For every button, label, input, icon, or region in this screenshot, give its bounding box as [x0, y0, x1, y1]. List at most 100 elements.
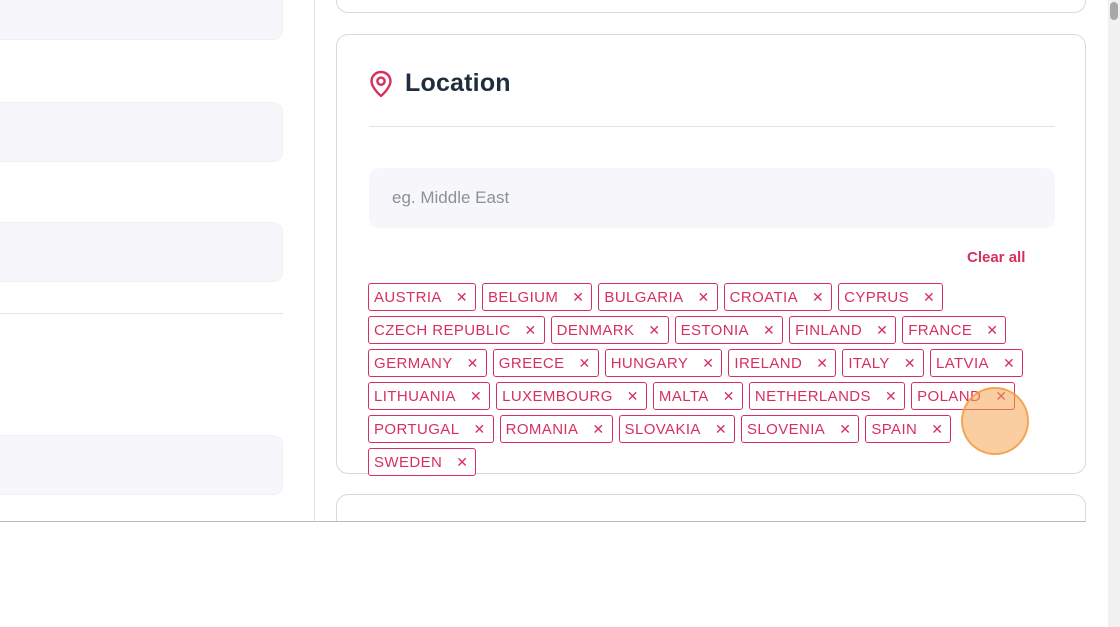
- location-tag-label: HUNGARY: [610, 354, 689, 372]
- remove-tag-close-icon[interactable]: ✕: [876, 323, 888, 337]
- page-scrollbar[interactable]: [1108, 0, 1120, 627]
- location-tag: SLOVENIA ✕: [740, 415, 860, 443]
- location-tag: BULGARIA ✕: [598, 283, 718, 311]
- location-tag: BELGIUM ✕: [481, 283, 593, 311]
- location-tag-label: SLOVAKIA: [624, 420, 701, 438]
- remove-tag-close-icon[interactable]: ✕: [467, 356, 479, 370]
- location-tag-label: LITHUANIA: [374, 387, 456, 405]
- remove-tag-close-icon[interactable]: ✕: [592, 422, 604, 436]
- location-tag: LUXEMBOURG ✕: [496, 382, 647, 410]
- location-tag-label: SPAIN: [871, 420, 918, 438]
- selected-locations: AUSTRIA ✕ BELGIUM ✕ BULGARIA ✕ CROATIA ✕ CYPRUS ✕…: [368, 283, 1058, 476]
- location-tag: DENMARK ✕: [550, 316, 669, 344]
- remove-tag-close-icon[interactable]: ✕: [702, 356, 714, 370]
- left-form-field[interactable]: [0, 222, 283, 282]
- location-tag-label: ESTONIA: [680, 321, 749, 339]
- remove-tag-close-icon[interactable]: ✕: [904, 356, 916, 370]
- remove-tag-close-icon[interactable]: ✕: [885, 389, 897, 403]
- location-tag: ROMANIA ✕: [499, 415, 613, 443]
- viewport-bottom-border: [0, 521, 1086, 522]
- location-tag-label: LUXEMBOURG: [502, 387, 613, 405]
- location-tag: LITHUANIA ✕: [368, 382, 491, 410]
- header-divider: [369, 126, 1055, 127]
- remove-tag-close-icon[interactable]: ✕: [812, 290, 824, 304]
- location-tag: HUNGARY ✕: [604, 349, 723, 377]
- previous-card: [336, 0, 1086, 13]
- remove-tag-close-icon[interactable]: ✕: [1003, 356, 1015, 370]
- location-tag-label: LATVIA: [935, 354, 989, 372]
- location-card: Location Clear all AUSTRIA ✕ BELGIUM ✕ BULGA…: [336, 34, 1086, 476]
- location-tag-label: CYPRUS: [844, 288, 910, 306]
- clear-all-button[interactable]: Clear all: [967, 249, 1025, 266]
- location-title: Location: [405, 69, 511, 97]
- remove-tag-close-icon[interactable]: ✕: [995, 389, 1007, 403]
- location-tag: NETHERLANDS ✕: [748, 382, 906, 410]
- remove-tag-close-icon[interactable]: ✕: [931, 422, 943, 436]
- location-tag-label: GERMANY: [374, 354, 453, 372]
- location-tag: GREECE ✕: [492, 349, 599, 377]
- location-tag-label: PORTUGAL: [374, 420, 460, 438]
- location-tag: MALTA ✕: [652, 382, 743, 410]
- location-tag-label: NETHERLANDS: [754, 387, 871, 405]
- location-tag-label: FINLAND: [795, 321, 863, 339]
- location-tag-label: BELGIUM: [487, 288, 559, 306]
- location-tag: PORTUGAL ✕: [368, 415, 494, 443]
- remove-tag-close-icon[interactable]: ✕: [839, 422, 851, 436]
- location-tag-label: ITALY: [848, 354, 890, 372]
- remove-tag-close-icon[interactable]: ✕: [697, 290, 709, 304]
- location-search-input[interactable]: [369, 168, 1055, 228]
- location-tag-label: GREECE: [498, 354, 565, 372]
- remove-tag-close-icon[interactable]: ✕: [986, 323, 998, 337]
- location-tag: POLAND ✕: [911, 382, 1016, 410]
- location-tag-label: DENMARK: [556, 321, 635, 339]
- location-tag-label: CROATIA: [729, 288, 798, 306]
- location-tag: CROATIA ✕: [723, 283, 833, 311]
- column-divider: [314, 0, 315, 522]
- left-form-field[interactable]: [0, 102, 283, 162]
- location-tag-label: CZECH REPUBLIC: [374, 321, 511, 339]
- location-tag-label: ROMANIA: [505, 420, 579, 438]
- remove-tag-close-icon[interactable]: ✕: [473, 422, 485, 436]
- location-tag: AUSTRIA ✕: [368, 283, 476, 311]
- remove-tag-close-icon[interactable]: ✕: [723, 389, 735, 403]
- page-viewport: Location Clear all AUSTRIA ✕ BELGIUM ✕ BULGA…: [0, 0, 1108, 522]
- remove-tag-close-icon[interactable]: ✕: [715, 422, 727, 436]
- left-form-field[interactable]: [0, 435, 283, 495]
- location-tag-label: SWEDEN: [374, 453, 443, 471]
- location-tag: SPAIN ✕: [865, 415, 952, 443]
- location-header: Location: [369, 69, 511, 98]
- location-tag-label: MALTA: [658, 387, 709, 405]
- remove-tag-close-icon[interactable]: ✕: [763, 323, 775, 337]
- left-form-field[interactable]: [0, 0, 283, 40]
- location-tag: IRELAND ✕: [728, 349, 837, 377]
- remove-tag-close-icon[interactable]: ✕: [470, 389, 482, 403]
- location-tag: ESTONIA ✕: [674, 316, 784, 344]
- remove-tag-close-icon[interactable]: ✕: [572, 290, 584, 304]
- location-tag-label: AUSTRIA: [374, 288, 442, 306]
- location-tag: SWEDEN ✕: [368, 448, 477, 476]
- location-tag: FRANCE ✕: [902, 316, 1007, 344]
- location-tag: FINLAND ✕: [789, 316, 897, 344]
- location-tag-label: FRANCE: [908, 321, 973, 339]
- remove-tag-close-icon[interactable]: ✕: [923, 290, 935, 304]
- location-tag: SLOVAKIA ✕: [618, 415, 735, 443]
- location-tag: ITALY ✕: [842, 349, 924, 377]
- location-tag: LATVIA ✕: [929, 349, 1024, 377]
- map-pin-icon: [369, 70, 393, 98]
- remove-tag-close-icon[interactable]: ✕: [816, 356, 828, 370]
- location-tag-label: BULGARIA: [604, 288, 684, 306]
- location-tag-label: SLOVENIA: [746, 420, 826, 438]
- remove-tag-close-icon[interactable]: ✕: [627, 389, 639, 403]
- scrollbar-thumb[interactable]: [1110, 2, 1118, 20]
- remove-tag-close-icon[interactable]: ✕: [524, 323, 536, 337]
- location-tag-label: IRELAND: [734, 354, 803, 372]
- remove-tag-close-icon[interactable]: ✕: [456, 290, 468, 304]
- remove-tag-close-icon[interactable]: ✕: [579, 356, 591, 370]
- location-tag: CZECH REPUBLIC ✕: [368, 316, 545, 344]
- next-card: [336, 494, 1086, 522]
- remove-tag-close-icon[interactable]: ✕: [456, 455, 468, 469]
- location-tag: GERMANY ✕: [368, 349, 487, 377]
- location-tag-label: POLAND: [917, 387, 982, 405]
- remove-tag-close-icon[interactable]: ✕: [648, 323, 660, 337]
- location-tag: CYPRUS ✕: [838, 283, 944, 311]
